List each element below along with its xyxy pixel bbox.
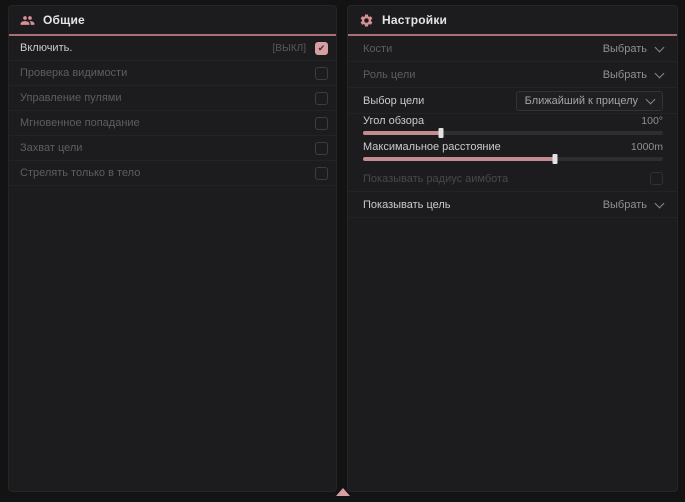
panel-settings-header: Настройки — [348, 6, 677, 36]
dropdown[interactable]: Выбрать — [603, 69, 663, 81]
dropdown[interactable]: Выбрать — [603, 43, 663, 55]
setting-label: Выбор цели — [363, 95, 424, 107]
dropdown[interactable]: Выбрать — [603, 199, 663, 211]
slider-track[interactable] — [363, 157, 663, 161]
setting-row: Угол обзора 100° — [348, 114, 677, 140]
slider-handle[interactable] — [439, 128, 444, 138]
dropdown-value: Выбрать — [603, 69, 647, 81]
chevron-down-icon — [655, 42, 665, 52]
setting-label: Управление пулями — [20, 92, 122, 104]
setting-label: Включить. — [20, 42, 72, 54]
slider-value: 1000m — [631, 141, 663, 153]
settings-rows: Кости Выбрать Роль цели Выбрать Выбор цели Бл… — [348, 36, 677, 218]
row-controls: Выбрать — [603, 199, 663, 211]
checkbox[interactable]: ✔ — [315, 42, 328, 55]
dropdown-value: Ближайший к прицелу — [525, 95, 638, 107]
slider-track[interactable] — [363, 131, 663, 135]
row-controls — [315, 117, 328, 130]
setting-row: Роль цели Выбрать — [348, 62, 677, 88]
row-controls — [315, 142, 328, 155]
setting-row: Кости Выбрать — [348, 36, 677, 62]
general-rows: Включить. [ВЫКЛ] ✔ Проверка видимости Управл… — [9, 36, 336, 186]
row-controls — [650, 172, 663, 185]
setting-row: Показывать цель Выбрать — [348, 192, 677, 218]
dropdown-value: Выбрать — [603, 199, 647, 211]
panel-settings: Настройки Кости Выбрать Роль цели Выбрать Вы… — [347, 5, 678, 492]
dropdown-value: Выбрать — [603, 43, 647, 55]
setting-label: Максимальное расстояние — [363, 141, 501, 153]
setting-row: Стрелять только в тело — [9, 161, 336, 186]
gear-icon — [359, 13, 374, 28]
slider-fill — [363, 157, 555, 161]
setting-label: Угол обзора — [363, 115, 424, 127]
panel-title: Настройки — [382, 13, 447, 27]
slider-fill — [363, 131, 441, 135]
panel-general-header: Общие — [9, 6, 336, 36]
checkbox[interactable] — [315, 67, 328, 80]
chevron-down-icon — [655, 198, 665, 208]
slider-handle[interactable] — [553, 154, 558, 164]
checkbox[interactable] — [315, 92, 328, 105]
chevron-down-icon — [655, 68, 665, 78]
row-controls: Ближайший к прицелу — [516, 91, 663, 111]
chevron-down-icon — [646, 94, 656, 104]
slider-header: Максимальное расстояние 1000m — [363, 140, 663, 154]
slider-header: Угол обзора 100° — [363, 114, 663, 128]
setting-row: Показывать радиус аимбота — [348, 166, 677, 192]
expand-arrow-icon[interactable] — [336, 488, 350, 496]
checkbox[interactable] — [315, 117, 328, 130]
setting-row: Мгновенное попадание — [9, 111, 336, 136]
setting-label: Роль цели — [363, 69, 415, 81]
checkbox[interactable] — [315, 142, 328, 155]
dropdown[interactable]: Ближайший к прицелу — [516, 91, 663, 111]
checkbox[interactable] — [650, 172, 663, 185]
setting-label: Стрелять только в тело — [20, 167, 140, 179]
row-controls — [315, 167, 328, 180]
row-controls: Выбрать — [603, 43, 663, 55]
row-controls — [315, 67, 328, 80]
row-controls: [ВЫКЛ] ✔ — [273, 42, 328, 55]
users-icon — [20, 13, 35, 28]
panel-general: Общие Включить. [ВЫКЛ] ✔ Проверка видимости… — [8, 5, 337, 492]
status-tag: [ВЫКЛ] — [273, 43, 306, 54]
row-controls: Выбрать — [603, 69, 663, 81]
setting-label: Показывать радиус аимбота — [363, 173, 508, 185]
panel-title: Общие — [43, 13, 85, 27]
setting-label: Показывать цель — [363, 199, 451, 211]
setting-label: Кости — [363, 43, 392, 55]
setting-row: Проверка видимости — [9, 61, 336, 86]
setting-row: Управление пулями — [9, 86, 336, 111]
setting-row: Включить. [ВЫКЛ] ✔ — [9, 36, 336, 61]
setting-label: Мгновенное попадание — [20, 117, 140, 129]
setting-row: Максимальное расстояние 1000m — [348, 140, 677, 166]
row-controls — [315, 92, 328, 105]
setting-label: Проверка видимости — [20, 67, 127, 79]
setting-row: Выбор цели Ближайший к прицелу — [348, 88, 677, 114]
setting-label: Захват цели — [20, 142, 82, 154]
checkmark-icon: ✔ — [318, 44, 326, 53]
setting-row: Захват цели — [9, 136, 336, 161]
checkbox[interactable] — [315, 167, 328, 180]
slider-value: 100° — [641, 115, 663, 127]
